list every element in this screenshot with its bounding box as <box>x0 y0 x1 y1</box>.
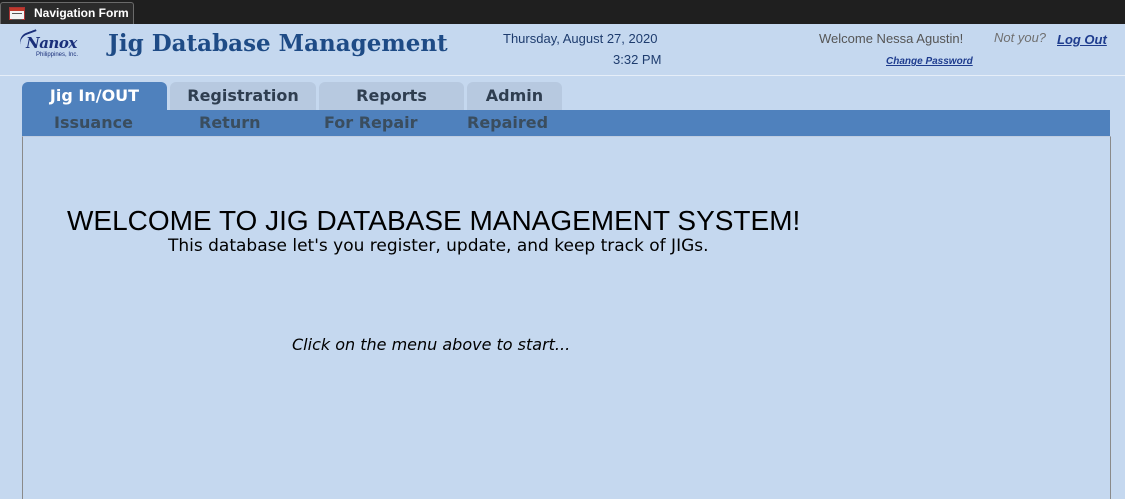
sub-nav-strip: Issuance Return For Repair Repaired <box>22 110 1110 136</box>
subtab-return[interactable]: Return <box>199 113 261 132</box>
nanox-logo: Nanox Philippines, Inc. <box>17 29 98 60</box>
subtab-for-repair[interactable]: For Repair <box>324 113 418 132</box>
tab-jig-in-out[interactable]: Jig In/OUT <box>22 82 167 110</box>
logout-link[interactable]: Log Out <box>1057 32 1107 47</box>
content-pane: WELCOME TO JIG DATABASE MANAGEMENT SYSTE… <box>22 136 1111 499</box>
subtab-repaired[interactable]: Repaired <box>467 113 548 132</box>
tab-reports[interactable]: Reports <box>319 82 464 110</box>
change-password-link[interactable]: Change Password <box>886 56 973 67</box>
navigation-form-tab-label: Navigation Form <box>34 6 129 20</box>
logo-subtext: Philippines, Inc. <box>36 52 79 58</box>
not-you-text: Not you? <box>994 30 1047 45</box>
app-title: Jig Database Management <box>108 30 448 57</box>
current-time: 3:32 PM <box>613 52 662 67</box>
form-header: Nanox Philippines, Inc. Jig Database Man… <box>0 24 1125 76</box>
welcome-user-text: Welcome Nessa Agustin! <box>819 31 964 46</box>
welcome-description: This database let's you register, update… <box>168 236 709 256</box>
document-tab-bar: Navigation Form <box>0 0 1125 24</box>
welcome-heading: WELCOME TO JIG DATABASE MANAGEMENT SYSTE… <box>67 205 801 236</box>
tab-registration[interactable]: Registration <box>170 82 316 110</box>
navigation-form-tab[interactable]: Navigation Form <box>0 2 134 24</box>
current-date: Thursday, August 27, 2020 <box>503 31 658 46</box>
subtab-issuance[interactable]: Issuance <box>54 113 133 132</box>
tab-admin[interactable]: Admin <box>467 82 562 110</box>
main-nav-tabs: Jig In/OUT Registration Reports Admin <box>22 82 582 110</box>
start-hint: Click on the menu above to start... <box>292 335 571 354</box>
logo-text: Nanox <box>26 34 77 52</box>
form-icon <box>9 7 25 20</box>
